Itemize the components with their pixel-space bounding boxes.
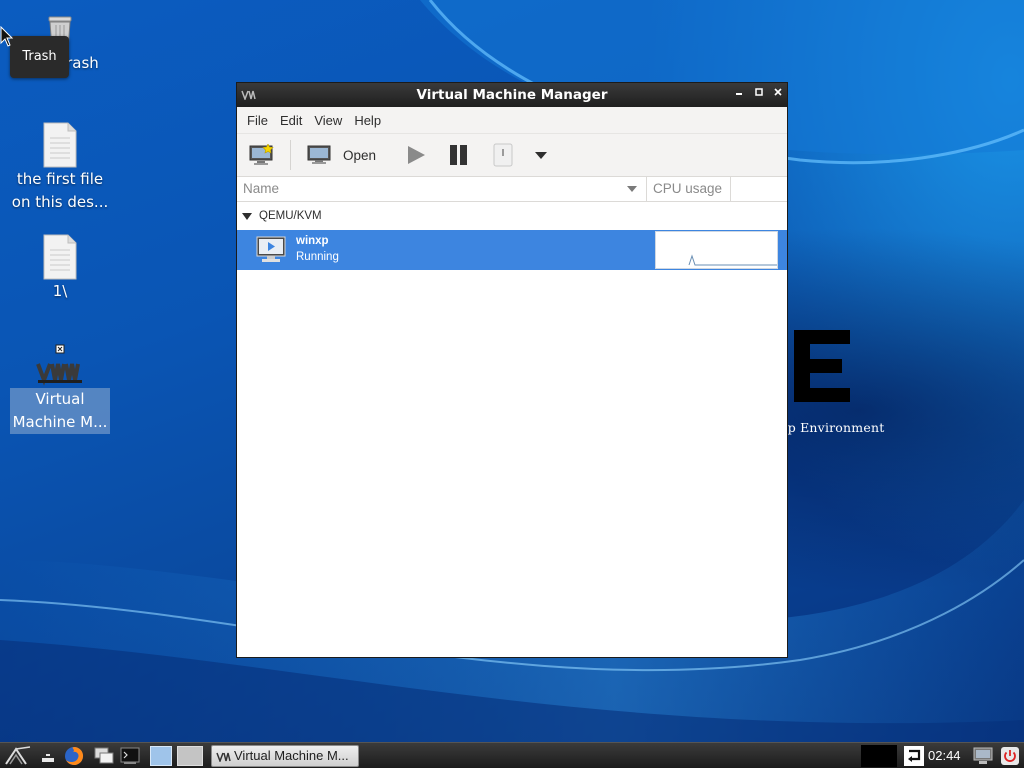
app-icon <box>241 90 256 100</box>
monitor-lock-icon <box>973 747 993 764</box>
desktop-icon-virt-manager[interactable]: Virtual Machine M... <box>8 344 112 434</box>
expander-down-icon[interactable] <box>242 213 252 220</box>
dropdown-arrow-icon <box>535 152 547 159</box>
virt-manager-icon <box>36 344 82 386</box>
toolbar: Open <box>237 133 787 177</box>
menu-edit[interactable]: Edit <box>274 113 308 128</box>
sort-down-icon[interactable] <box>626 185 638 193</box>
vm-row[interactable]: winxp Running <box>237 230 787 270</box>
close-button[interactable] <box>771 87 785 101</box>
desktop-icon-file[interactable]: the first file on this des... <box>8 122 112 214</box>
menu-help[interactable]: Help <box>348 113 387 128</box>
taskbar-window-button[interactable]: Virtual Machine M... <box>211 745 359 767</box>
column-name[interactable]: Name <box>243 181 279 196</box>
connection-row[interactable]: QEMU/KVM <box>237 202 787 230</box>
new-vm-button[interactable] <box>249 134 275 176</box>
clock[interactable]: 02:44 <box>928 743 961 768</box>
trash-tooltip: Trash <box>10 36 69 78</box>
workspace-2[interactable] <box>176 743 204 768</box>
lxde-menu-icon <box>5 745 31 765</box>
taskbar-window-label: Virtual Machine M... <box>234 748 349 763</box>
maximize-button[interactable] <box>752 87 766 101</box>
windows-icon <box>94 747 114 763</box>
open-label: Open <box>343 147 377 163</box>
workspace-2-preview <box>177 745 203 766</box>
shutdown-icon <box>493 143 513 167</box>
document-icon <box>43 234 77 280</box>
toolbar-separator <box>290 140 291 170</box>
virt-manager-icon <box>216 752 231 762</box>
close-icon <box>774 88 782 96</box>
open-button[interactable]: Open <box>307 134 376 176</box>
new-vm-icon <box>249 144 274 165</box>
desktop-icon-label: the first file on this des... <box>11 170 109 211</box>
pause-button[interactable] <box>449 134 469 176</box>
taskbar: Virtual Machine M... 02:44 <box>0 742 1024 768</box>
logout-button[interactable] <box>998 743 1022 768</box>
column-divider <box>730 177 731 201</box>
cpu-sparkline <box>688 254 777 266</box>
menubar: File Edit View Help <box>237 107 787 133</box>
menu-view[interactable]: View <box>308 113 348 128</box>
cpu-usage-graph <box>655 231 778 269</box>
mouse-cursor-icon <box>0 26 14 47</box>
run-button[interactable] <box>405 134 427 176</box>
cpu-monitor-graph <box>861 744 897 767</box>
virt-manager-window[interactable]: Virtual Machine Manager File Edit View H… <box>236 82 788 658</box>
desktop-icon-label: 1\ <box>52 282 68 300</box>
screen-lock-button[interactable] <box>972 743 994 768</box>
menu-file[interactable]: File <box>241 113 274 128</box>
wallpaper-brand-text: op Environment <box>780 420 885 435</box>
minimize-all-button[interactable] <box>38 743 58 768</box>
firefox-icon <box>65 746 84 765</box>
desktop-icon-file[interactable]: 1\ <box>8 234 112 303</box>
column-header: Name CPU usage <box>237 177 787 202</box>
workspace-1-preview <box>150 745 172 766</box>
column-divider <box>646 177 647 201</box>
shutdown-menu-button[interactable] <box>534 134 548 176</box>
power-icon <box>1001 746 1019 765</box>
vm-running-icon <box>256 236 286 262</box>
firefox-launcher[interactable] <box>62 743 86 768</box>
terminal-icon <box>120 747 140 764</box>
lxde-logo-letter <box>794 330 850 402</box>
monitor-icon <box>307 145 331 164</box>
connection-label: QEMU/KVM <box>259 210 322 222</box>
vm-name: winxp <box>296 235 329 247</box>
start-menu-button[interactable] <box>2 743 34 768</box>
network-status[interactable] <box>902 743 926 768</box>
document-icon <box>43 122 77 168</box>
shutdown-button[interactable] <box>493 134 513 176</box>
desktop: Trash the first file on this des... 1\ V… <box>0 0 1024 742</box>
cpu-monitor <box>860 743 898 768</box>
return-arrow-icon <box>904 745 924 766</box>
workspace-1[interactable] <box>148 743 174 768</box>
window-titlebar[interactable]: Virtual Machine Manager <box>237 83 787 107</box>
file-manager-launcher[interactable] <box>92 743 116 768</box>
maximize-icon <box>755 88 763 96</box>
play-icon <box>408 146 425 164</box>
vm-status: Running <box>296 251 339 263</box>
column-cpu-usage[interactable]: CPU usage <box>653 181 722 196</box>
minimize-icon <box>736 93 742 95</box>
minimize-button[interactable] <box>732 87 746 101</box>
pause-icon <box>450 145 467 165</box>
show-desktop-icon <box>42 753 54 762</box>
desktop-icon-label: Virtual Machine M... <box>10 388 110 434</box>
terminal-launcher[interactable] <box>118 743 142 768</box>
window-title: Virtual Machine Manager <box>416 87 608 103</box>
